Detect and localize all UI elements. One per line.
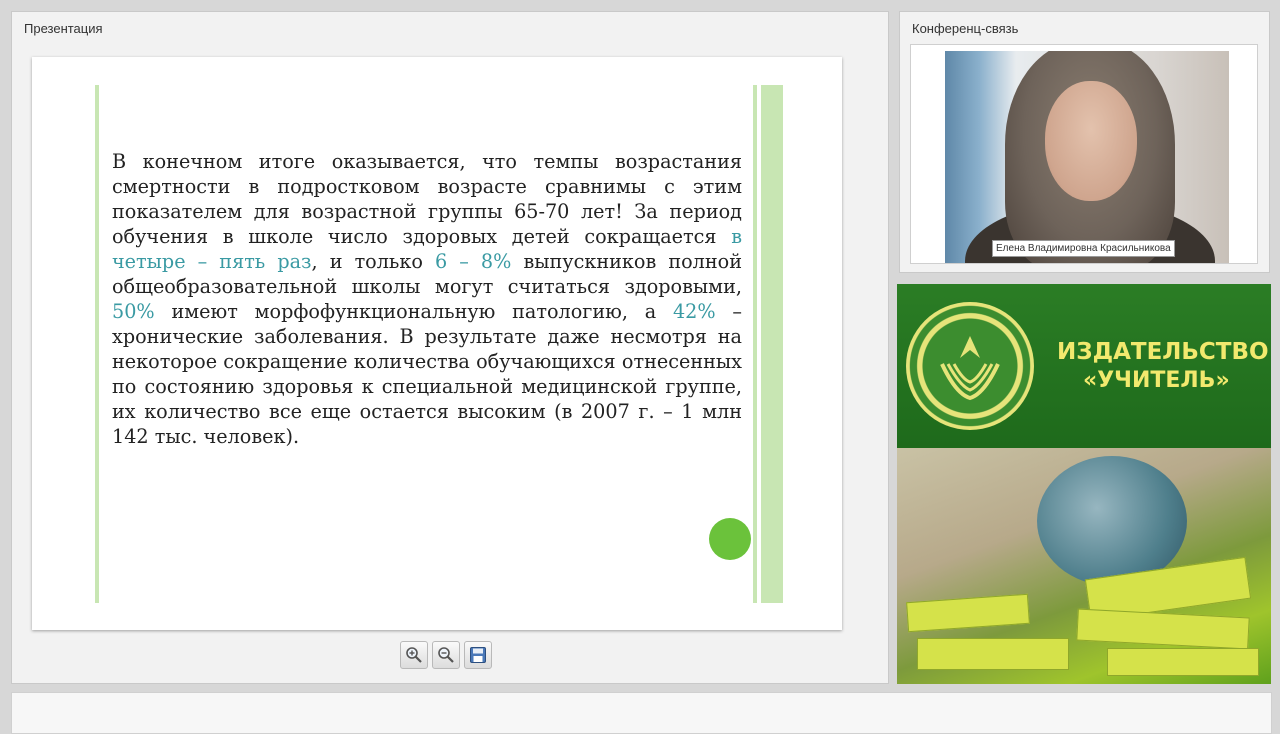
- conference-panel: Конференц-связь Елена Владимировна Краси…: [899, 11, 1270, 273]
- save-icon: [470, 647, 486, 663]
- video-frame: Елена Владимировна Красильникова: [910, 44, 1258, 264]
- publisher-banner-top: ИЗДАТЕЛЬСТВО «УЧИТЕЛЬ»: [897, 284, 1271, 448]
- slide-text-segment: , и только: [311, 250, 435, 273]
- presentation-panel: Презентация В конечном итоге оказывается…: [11, 11, 889, 684]
- book-image: [906, 593, 1030, 633]
- slide-left-bar: [95, 85, 99, 603]
- zoom-in-button[interactable]: [400, 641, 428, 669]
- publisher-banner-image: [897, 448, 1271, 684]
- slide-right-bar-thin: [753, 85, 757, 603]
- publisher-name-line1: ИЗДАТЕЛЬСТВО: [1057, 339, 1269, 365]
- slide-highlight-text: 50%: [112, 300, 155, 323]
- slide-right-bar-wide: [761, 85, 783, 603]
- presentation-panel-title: Презентация: [24, 21, 103, 36]
- zoom-in-icon: [406, 647, 422, 663]
- slide-highlight-text: 6 – 8%: [434, 250, 512, 273]
- slide-text-segment: В конечном итоге оказывается, что темпы …: [112, 150, 742, 248]
- conference-panel-title: Конференц-связь: [912, 21, 1019, 36]
- book-image: [1107, 648, 1259, 676]
- participant-video[interactable]: Елена Владимировна Красильникова: [945, 51, 1229, 263]
- zoom-out-button[interactable]: [432, 641, 460, 669]
- participant-name-label: Елена Владимировна Красильникова: [992, 240, 1175, 257]
- bottom-bar: [11, 692, 1272, 734]
- book-image: [917, 638, 1069, 670]
- book-image: [1076, 608, 1250, 650]
- presentation-slide: В конечном итоге оказывается, что темпы …: [32, 57, 842, 630]
- globe-image: [1037, 456, 1187, 586]
- presentation-toolbar: [400, 641, 492, 671]
- zoom-out-icon: [438, 647, 454, 663]
- slide-decorative-dot: [709, 518, 751, 560]
- slide-paragraph: В конечном итоге оказывается, что темпы …: [112, 149, 742, 449]
- video-person-face: [1045, 81, 1137, 201]
- publisher-name-line2: «УЧИТЕЛЬ»: [1083, 368, 1230, 393]
- book-flame-icon: [940, 336, 1000, 401]
- publisher-logo-icon: [906, 302, 1034, 430]
- slide-highlight-text: 42%: [672, 300, 716, 323]
- slide-text-segment: имеют морфофункциональную патологию, а: [154, 300, 673, 323]
- publisher-banner: ИЗДАТЕЛЬСТВО «УЧИТЕЛЬ»: [897, 284, 1271, 684]
- save-button[interactable]: [464, 641, 492, 669]
